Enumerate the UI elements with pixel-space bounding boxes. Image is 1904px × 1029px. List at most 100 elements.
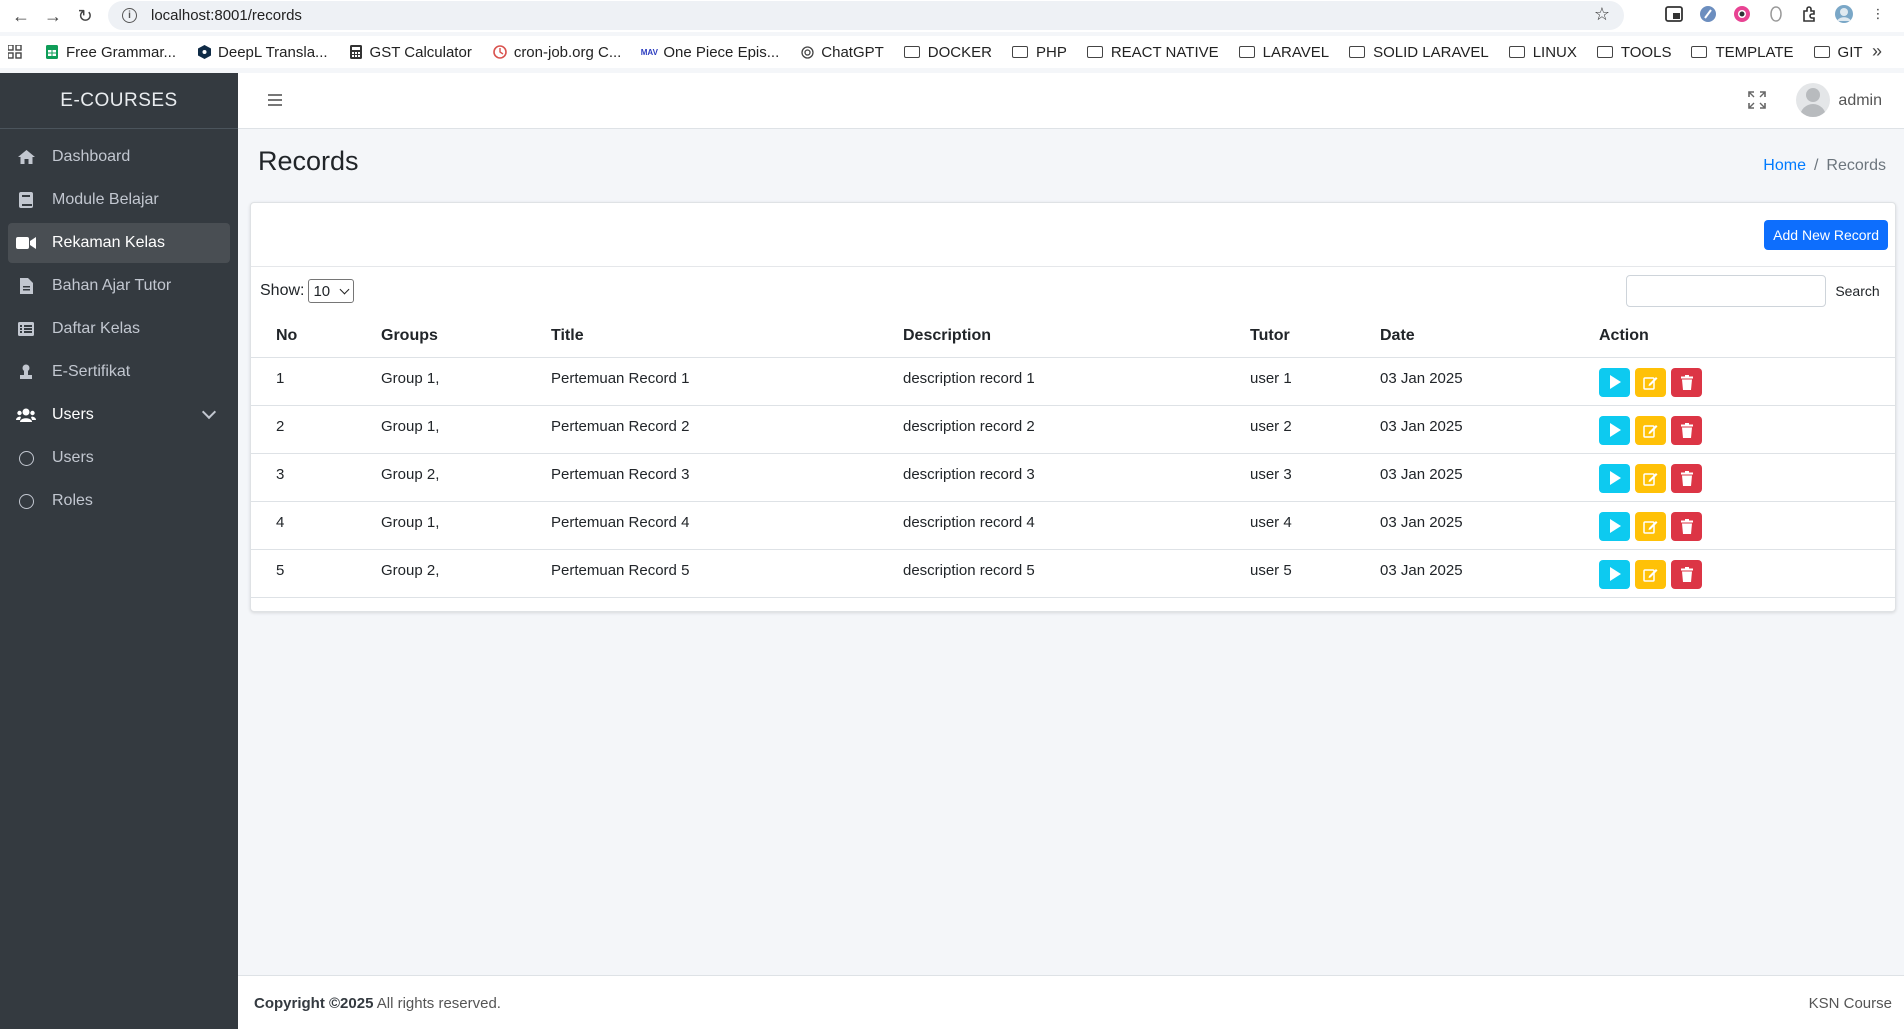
top-navbar: admin xyxy=(238,73,1904,129)
more-bookmarks-icon[interactable]: » xyxy=(1872,41,1882,62)
sidebar-item-roles[interactable]: Roles xyxy=(8,481,230,521)
cell-description: description record 3 xyxy=(878,453,1225,502)
play-record-button[interactable] xyxy=(1599,367,1630,397)
address-bar[interactable]: i localhost:8001/records ☆ xyxy=(108,1,1624,30)
edit-record-button[interactable] xyxy=(1635,367,1666,397)
back-arrow-icon[interactable]: ← xyxy=(10,5,32,27)
user-avatar[interactable] xyxy=(1796,83,1830,117)
fullscreen-icon[interactable] xyxy=(1748,91,1766,109)
sheets-icon xyxy=(44,45,60,59)
sidebar: E-COURSES Dashboard Module Belajar Rekam… xyxy=(0,73,238,1029)
play-record-button[interactable] xyxy=(1599,559,1630,589)
brand-logo[interactable]: E-COURSES xyxy=(0,73,238,129)
bookmark-folder-tools[interactable]: TOOLS xyxy=(1596,44,1671,61)
table-row: 2 Group 1, Pertemuan Record 2 descriptio… xyxy=(251,405,1895,454)
users-icon xyxy=(16,405,36,425)
extension-color-icon[interactable] xyxy=(1732,4,1752,24)
username-label[interactable]: admin xyxy=(1838,92,1882,110)
footer-copyright: Copyright ©2025 All rights reserved. xyxy=(254,995,501,1012)
profile-avatar-icon[interactable] xyxy=(1834,4,1854,24)
bookmark-label: DeepL Transla... xyxy=(218,43,328,61)
page-length-control: Show: 10 xyxy=(260,279,355,303)
cell-title: Pertemuan Record 5 xyxy=(526,549,878,598)
play-record-button[interactable] xyxy=(1599,511,1630,541)
edit-record-button[interactable] xyxy=(1635,463,1666,493)
bookmark-gst-calculator[interactable]: GST Calculator xyxy=(348,44,472,61)
delete-record-button[interactable] xyxy=(1671,559,1702,589)
delete-record-button[interactable] xyxy=(1671,463,1702,493)
bookmark-folder-solid-laravel[interactable]: SOLID LARAVEL xyxy=(1349,44,1489,61)
file-icon xyxy=(16,276,36,296)
bookmark-folder-docker[interactable]: DOCKER xyxy=(903,44,992,61)
apps-grid-icon[interactable] xyxy=(8,45,22,59)
table-row: 4 Group 1, Pertemuan Record 4 descriptio… xyxy=(251,501,1895,550)
cell-date: 03 Jan 2025 xyxy=(1355,453,1574,502)
play-record-button[interactable] xyxy=(1599,415,1630,445)
records-card: Add New Record Show: 10 Search No Groups… xyxy=(250,202,1896,612)
sidebar-item-bahan-ajar-tutor[interactable]: Bahan Ajar Tutor xyxy=(8,266,230,306)
bookmark-label: Free Grammar... xyxy=(66,43,177,61)
breadcrumb-separator: / xyxy=(1813,157,1819,174)
delete-record-button[interactable] xyxy=(1671,415,1702,445)
extension-grey-icon[interactable] xyxy=(1766,4,1786,24)
bookmark-star-icon[interactable]: ☆ xyxy=(1594,4,1610,25)
cell-tutor: user 2 xyxy=(1225,405,1355,454)
sidebar-item-dashboard[interactable]: Dashboard xyxy=(8,137,230,177)
picture-in-picture-icon[interactable] xyxy=(1664,4,1684,24)
cell-description: description record 2 xyxy=(878,405,1225,454)
folder-icon xyxy=(1349,46,1366,58)
column-header-tutor: Tutor xyxy=(1225,315,1355,358)
cell-no: 3 xyxy=(251,453,356,502)
bookmark-chatgpt[interactable]: ChatGPT xyxy=(799,44,884,61)
sidebar-item-e-sertifikat[interactable]: E-Sertifikat xyxy=(8,352,230,392)
bookmark-label: REACT NATIVE xyxy=(1110,43,1219,61)
cell-no: 1 xyxy=(251,357,356,406)
bookmark-folder-linux[interactable]: LINUX xyxy=(1508,44,1577,61)
delete-record-button[interactable] xyxy=(1671,511,1702,541)
cell-tutor: user 3 xyxy=(1225,453,1355,502)
cell-description: description record 5 xyxy=(878,549,1225,598)
cell-no: 5 xyxy=(251,549,356,598)
extension-blue-icon[interactable] xyxy=(1698,4,1718,24)
folder-icon xyxy=(903,46,920,58)
sidebar-item-module-belajar[interactable]: Module Belajar xyxy=(8,180,230,220)
search-button[interactable]: Search xyxy=(1828,275,1887,307)
site-info-icon[interactable]: i xyxy=(122,8,137,23)
bookmark-folder-react-native[interactable]: REACT NATIVE xyxy=(1086,43,1219,61)
sidebar-item-users[interactable]: Users xyxy=(8,438,230,478)
page-title: Records xyxy=(258,146,359,176)
bookmark-cron-job[interactable]: cron-job.org C... xyxy=(492,44,621,61)
bookmark-folder-laravel[interactable]: LARAVEL xyxy=(1238,43,1330,61)
bookmark-folder-git[interactable]: GIT xyxy=(1813,44,1863,61)
play-record-button[interactable] xyxy=(1599,463,1630,493)
sidebar-item-daftar-kelas[interactable]: Daftar Kelas xyxy=(8,309,230,349)
bookmark-one-piece[interactable]: MAV One Piece Epis... xyxy=(641,44,780,61)
bookmark-label: LARAVEL xyxy=(1262,43,1330,61)
cell-groups: Group 2, xyxy=(356,549,526,598)
edit-record-button[interactable] xyxy=(1635,559,1666,589)
extensions-puzzle-icon[interactable] xyxy=(1800,4,1820,24)
sidebar-item-rekaman-kelas[interactable]: Rekaman Kelas xyxy=(8,223,230,263)
reload-icon[interactable]: ↻ xyxy=(74,5,96,27)
cell-tutor: user 5 xyxy=(1225,549,1355,598)
bookmark-folder-php[interactable]: PHP xyxy=(1011,44,1067,61)
browser-menu-icon[interactable]: ⋮ xyxy=(1868,4,1888,24)
edit-record-button[interactable] xyxy=(1635,415,1666,445)
edit-record-button[interactable] xyxy=(1635,511,1666,541)
cell-description: description record 4 xyxy=(878,501,1225,550)
search-input[interactable] xyxy=(1626,275,1826,307)
breadcrumb-home-link[interactable]: Home xyxy=(1763,157,1806,175)
add-new-record-button[interactable]: Add New Record xyxy=(1764,220,1888,250)
bookmark-folder-template[interactable]: TEMPLATE xyxy=(1691,44,1794,61)
bookmark-free-grammar[interactable]: Free Grammar... xyxy=(44,44,176,61)
bookmark-label: ChatGPT xyxy=(821,43,884,61)
card-header: Add New Record xyxy=(251,203,1895,267)
column-header-description: Description xyxy=(878,315,1225,358)
sidebar-item-users-group[interactable]: Users xyxy=(8,395,230,435)
forward-arrow-icon[interactable]: → xyxy=(42,5,64,27)
sidebar-item-label: Users xyxy=(52,449,94,466)
hamburger-menu-icon[interactable] xyxy=(268,94,282,106)
page-length-select[interactable]: 10 xyxy=(308,279,355,303)
delete-record-button[interactable] xyxy=(1671,367,1702,397)
bookmark-deepl[interactable]: DeepL Transla... xyxy=(196,44,328,61)
